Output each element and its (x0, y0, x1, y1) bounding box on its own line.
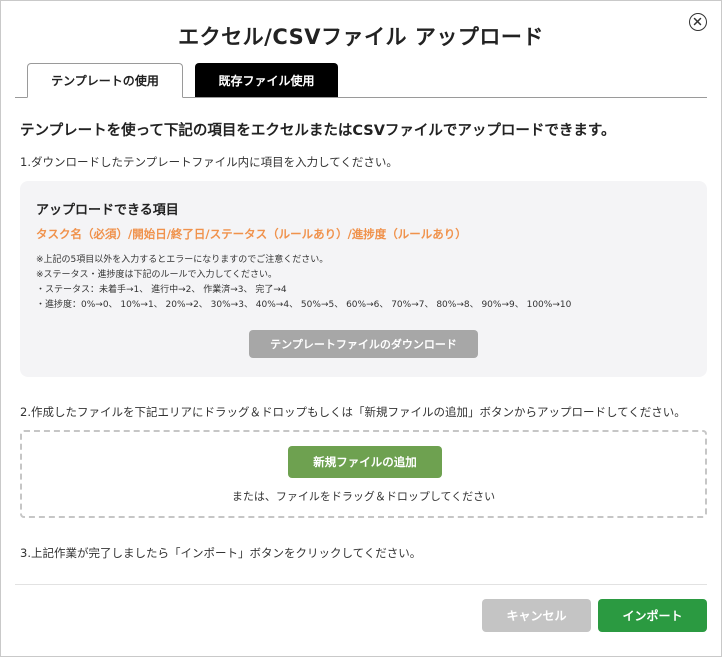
step-3-text: 3.上記作業が完了しましたら「インポート」ボタンをクリックしてください。 (20, 546, 422, 560)
tab-existing-file-label: 既存ファイル使用 (218, 73, 315, 88)
cancel-button[interactable]: キャンセル (482, 599, 591, 632)
uploadable-items: タスク名（必須）/開始日/終了日/ステータス（ルールあり）/進捗度（ルールあり） (36, 227, 467, 241)
download-template-button[interactable]: テンプレートファイルのダウンロード (249, 330, 478, 358)
import-button[interactable]: インポート (598, 599, 707, 632)
step-1-text: 1.ダウンロードしたテンプレートファイル内に項目を入力してください。 (20, 155, 398, 169)
note-line: ・ステータス：未着手→1、 進行中→2、 作業済→3、 完了→4 (36, 285, 287, 295)
tab-use-template-label: テンプレートの使用 (51, 74, 159, 88)
dialog-title: エクセル/CSVファイル アップロード (178, 25, 544, 49)
footer-divider (15, 584, 707, 585)
note-line: ・進捗度：0%→0、 10%→1、 20%→2、 30%→3、 40%→4、 5… (36, 300, 572, 310)
upload-items-info-box: アップロードできる項目 タスク名（必須）/開始日/終了日/ステータス（ルールあり… (20, 181, 707, 377)
lead-text: テンプレートを使って下記の項目をエクセルまたはCSVファイルでアップロードできま… (20, 123, 616, 139)
file-drop-zone[interactable]: 新規ファイルの追加 または、ファイルをドラッグ＆ドロップしてください (20, 430, 707, 518)
tab-use-template[interactable]: テンプレートの使用 (27, 63, 183, 98)
note-line: ※ステータス・進捗度は下記のルールで入力してください。 (36, 270, 278, 280)
note-line: ※上記の5項目以外を入力するとエラーになりますのでご注意ください。 (36, 255, 329, 265)
tab-bar: テンプレートの使用 既存ファイル使用 (15, 63, 707, 98)
info-heading: アップロードできる項目 (36, 203, 179, 218)
close-icon[interactable] (689, 13, 707, 31)
add-new-file-button[interactable]: 新規ファイルの追加 (288, 446, 442, 478)
upload-dialog: エクセル/CSVファイル アップロード テンプレートの使用 既存ファイル使用 テ… (0, 0, 722, 657)
drop-hint-text: または、ファイルをドラッグ＆ドロップしてください (231, 490, 496, 503)
step-2-text: 2.作成したファイルを下記エリアにドラッグ＆ドロップもしくは「新規ファイルの追加… (20, 405, 686, 419)
tab-existing-file[interactable]: 既存ファイル使用 (195, 63, 338, 97)
